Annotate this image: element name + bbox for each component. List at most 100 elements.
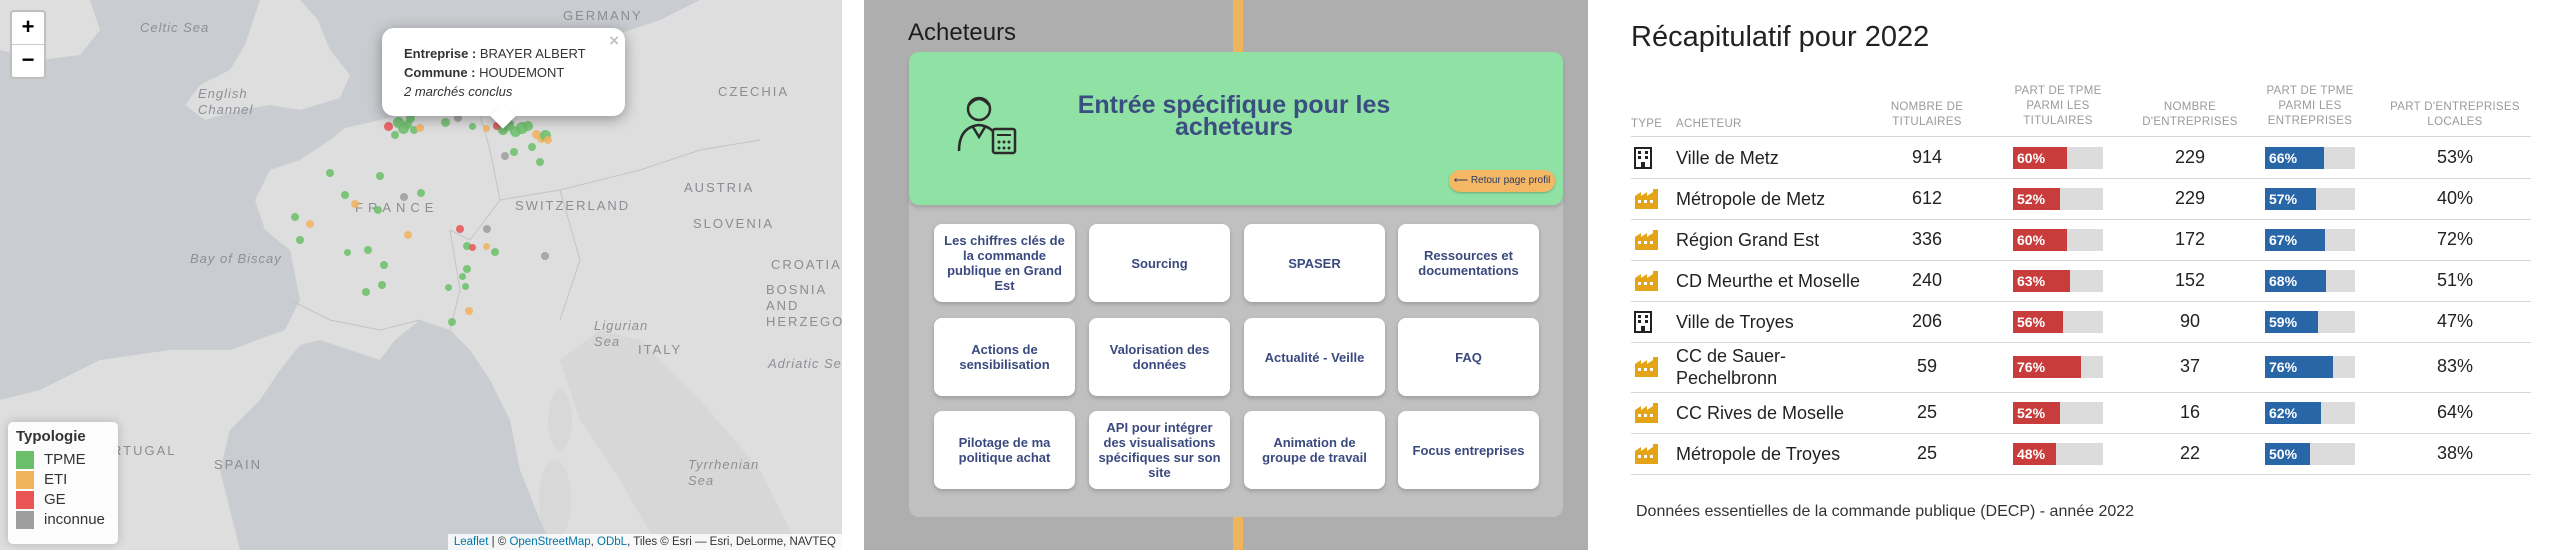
map-marker[interactable] (364, 246, 372, 254)
map-marker[interactable] (528, 143, 536, 151)
row-titulaires: 59 (1916, 356, 1938, 376)
popup-contracts-count: 2 marchés conclus (404, 84, 513, 99)
map-marker[interactable] (383, 121, 393, 131)
buyers-tile[interactable]: Actualité - Veille (1244, 318, 1385, 396)
row-part-titulaires-bar: 52% (2013, 187, 2103, 210)
buyers-tile[interactable]: Les chiffres clés de la commande publiqu… (934, 224, 1075, 302)
map-marker[interactable] (501, 152, 509, 160)
row-part-titulaires: 56% (2013, 310, 2064, 333)
map-marker[interactable] (374, 206, 382, 214)
map-marker[interactable] (341, 191, 349, 199)
map-marker[interactable] (491, 248, 499, 256)
row-entreprises: 37 (2179, 356, 2201, 376)
row-entreprises: 22 (2179, 442, 2201, 463)
map-marker[interactable] (391, 131, 399, 139)
map-marker[interactable] (378, 281, 386, 289)
map-marker[interactable] (376, 172, 384, 180)
map-marker[interactable] (456, 225, 464, 233)
buyers-tile[interactable]: Animation de groupe de travail (1244, 411, 1385, 489)
buyers-tile[interactable]: API pour intégrer des visualisations spé… (1089, 411, 1230, 489)
map-marker[interactable] (541, 252, 549, 260)
row-part-titulaires: 76% (2013, 356, 2082, 378)
map-marker[interactable] (482, 124, 490, 132)
map-marker[interactable] (468, 122, 476, 130)
map-marker[interactable] (306, 220, 314, 228)
popup-close-icon[interactable]: × (609, 31, 619, 51)
back-to-profile-button[interactable]: ⟵ Retour page profil (1449, 170, 1555, 192)
row-locales: 38% (2436, 442, 2474, 463)
row-acheteur: CC Rives de Moselle (1676, 402, 1845, 423)
row-entreprises: 229 (2174, 146, 2206, 167)
map-marker[interactable] (463, 265, 471, 273)
row-part-entreprises-bar: 50% (2265, 442, 2355, 465)
building-icon (1634, 146, 1652, 174)
map-marker[interactable] (343, 248, 351, 256)
osm-link[interactable]: OpenStreetMap (509, 536, 590, 548)
buyers-panel-title: Acheteurs (908, 19, 1017, 46)
map-marker[interactable] (400, 193, 408, 201)
map-marker[interactable] (544, 136, 552, 144)
buyers-tile[interactable]: Actions de sensibilisation (934, 318, 1075, 396)
legend-item-ge: GE (16, 491, 66, 509)
map-marker[interactable] (440, 117, 450, 127)
map-marker[interactable] (351, 200, 359, 208)
row-part-titulaires-bar: 52% (2013, 401, 2103, 424)
map-label-france: FRANCE (355, 200, 439, 215)
map-marker[interactable] (326, 169, 334, 177)
map-marker[interactable] (510, 148, 518, 156)
buyers-tile[interactable]: Pilotage de ma politique achat (934, 411, 1075, 489)
map-marker[interactable] (416, 124, 424, 132)
legend-swatch (16, 491, 34, 509)
row-acheteur: Métropole de Metz (1676, 188, 1826, 209)
factory-icon (1634, 402, 1660, 429)
zoom-out-button[interactable]: − (12, 44, 44, 77)
map-label-celtic-sea: Celtic Sea (140, 20, 210, 35)
legend-swatch (16, 511, 34, 529)
map-marker[interactable] (362, 288, 370, 296)
buyers-tile[interactable]: Focus entreprises (1398, 411, 1539, 489)
map-marker[interactable] (523, 121, 533, 131)
popup-company-value: BRAYER ALBERT (479, 46, 586, 61)
row-locales: 53% (2436, 146, 2474, 167)
row-part-entreprises: 50% (2265, 442, 2310, 465)
row-titulaires: 25 (1916, 401, 1938, 422)
map-label-croatia: CROATIA (771, 257, 842, 272)
map-marker[interactable] (483, 225, 491, 233)
map-marker[interactable] (380, 261, 388, 269)
zoom-in-button[interactable]: + (12, 12, 44, 44)
buyers-tile[interactable]: FAQ (1398, 318, 1539, 396)
map-marker[interactable] (458, 272, 466, 280)
row-part-titulaires: 52% (2013, 187, 2060, 210)
row-part-entreprises-bar: 59% (2265, 310, 2355, 333)
map-marker[interactable] (404, 231, 412, 239)
buyers-tile[interactable]: Valorisation des données (1089, 318, 1230, 396)
buyers-tile[interactable]: Sourcing (1089, 224, 1230, 302)
odbl-link[interactable]: ODbL (597, 536, 627, 548)
row-acheteur: Ville de Metz (1676, 147, 1779, 168)
legend-swatch (16, 471, 34, 489)
row-part-titulaires-bar: 60% (2013, 228, 2103, 251)
map-marker[interactable] (291, 213, 299, 221)
row-entreprises: 152 (2174, 269, 2206, 290)
map-marker[interactable] (482, 242, 490, 250)
map-marker[interactable] (444, 283, 452, 291)
map-marker[interactable] (417, 189, 425, 197)
map-marker[interactable] (296, 236, 304, 244)
map-label-adriatic-sea: Adriatic Sea (768, 356, 842, 371)
row-entreprises: 172 (2174, 228, 2206, 249)
row-acheteur: Région Grand Est (1676, 229, 1820, 250)
row-acheteur: CC de Sauer- Pechelbronn (1676, 346, 1787, 388)
map-panel[interactable]: Celtic Sea English Channel GERMANY CZECH… (0, 0, 842, 550)
buyers-tile[interactable]: Ressources et documentations (1398, 224, 1539, 302)
map-marker[interactable] (461, 282, 469, 290)
map-marker[interactable] (536, 158, 544, 166)
map-marker[interactable] (468, 243, 476, 251)
buyers-tile[interactable]: SPASER (1244, 224, 1385, 302)
col-header-type: TYPE (1631, 118, 1663, 130)
map-marker[interactable] (465, 307, 473, 315)
map-label-bay-of-biscay: Bay of Biscay (190, 251, 282, 266)
row-part-titulaires: 48% (2013, 442, 2057, 465)
row-acheteur: Ville de Troyes (1676, 311, 1794, 332)
leaflet-link[interactable]: Leaflet (454, 536, 489, 548)
map-marker[interactable] (448, 318, 456, 326)
